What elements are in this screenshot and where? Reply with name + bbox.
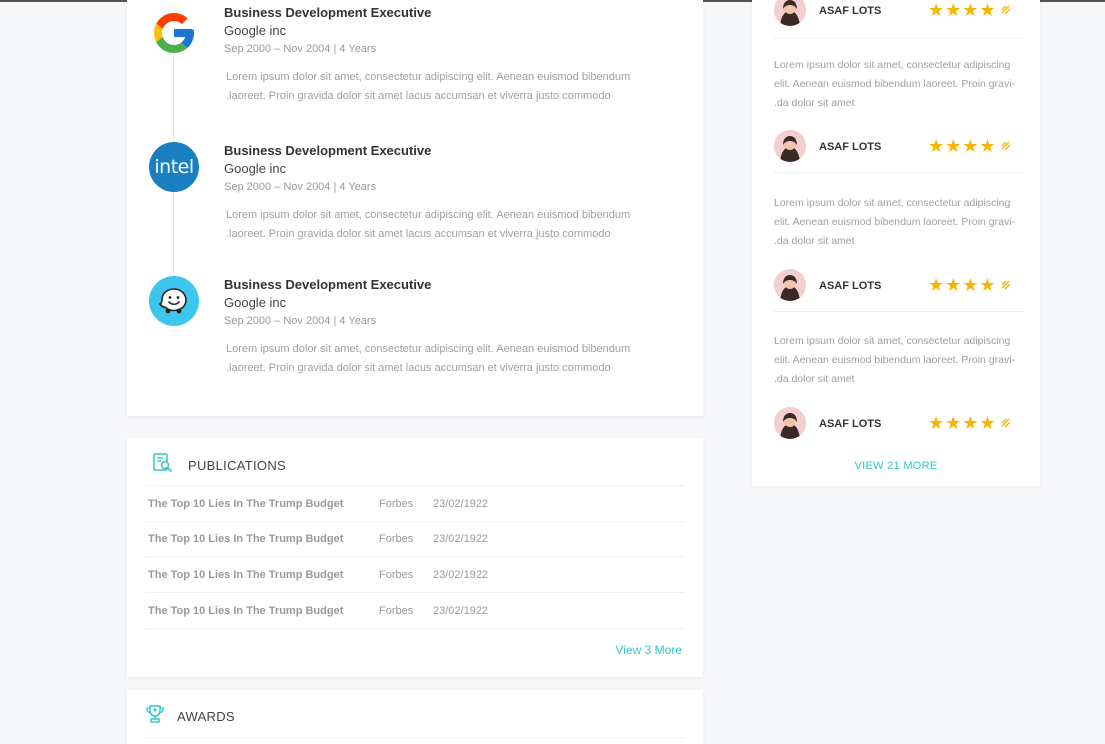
star-icon: ★ xyxy=(962,413,979,433)
rating-stars: ★ ★ ★ ★ xyxy=(928,137,1013,155)
job-description: Lorem ipsum dolor sit amet, consectetur … xyxy=(226,71,631,102)
publication-title[interactable]: The Top 10 Lies In The Trump Budget xyxy=(148,498,343,510)
avatar[interactable] xyxy=(774,0,806,26)
waze-logo xyxy=(149,276,199,326)
divider xyxy=(774,311,1024,312)
star-icon: ★ xyxy=(945,413,962,433)
company-name: Google inc xyxy=(224,295,287,310)
publication-title[interactable]: The Top 10 Lies In The Trump Budget xyxy=(148,533,343,545)
star-icon: ★ xyxy=(945,275,962,295)
reviewer-row: ASAF LOTS ★ ★ ★ ★ xyxy=(774,269,1024,305)
publications-header: PUBLICATIONS xyxy=(152,452,286,479)
star-icon: ★ xyxy=(928,0,945,20)
publication-date: 23/02/1922 xyxy=(433,605,489,617)
section-title: AWARDS xyxy=(177,709,235,724)
divider xyxy=(774,172,1024,173)
publication-row[interactable]: The Top 10 Lies In The Trump Budget Forb… xyxy=(145,486,685,522)
reviewer-name[interactable]: ASAF LOTS xyxy=(819,418,881,430)
job-dates: Sep 2000 – Nov 2004 | 4 Years xyxy=(224,315,377,327)
half-star-icon xyxy=(1001,280,1011,290)
star-icon: ★ xyxy=(962,136,979,156)
reviewer-name[interactable]: ASAF LOTS xyxy=(819,280,881,292)
publication-source: Forbes xyxy=(379,605,414,617)
job-dates: Sep 2000 – Nov 2004 | 4 Years xyxy=(224,43,377,55)
rating-stars: ★ ★ ★ ★ xyxy=(928,414,1013,432)
avatar[interactable] xyxy=(774,269,806,301)
publication-row[interactable]: The Top 10 Lies In The Trump Budget Forb… xyxy=(145,593,685,629)
star-icon: ★ xyxy=(928,136,945,156)
job-description: Lorem ipsum dolor sit amet, consectetur … xyxy=(226,209,631,240)
publication-date: 23/02/1922 xyxy=(433,533,489,545)
half-star-icon xyxy=(1001,5,1011,15)
star-icon: ★ xyxy=(928,275,945,295)
publication-source: Forbes xyxy=(379,533,414,545)
company-name: Google inc xyxy=(224,23,287,38)
star-icon: ★ xyxy=(945,136,962,156)
star-icon: ★ xyxy=(979,275,996,295)
job-title: Business Development Executive xyxy=(224,5,432,20)
job-description: Lorem ipsum dolor sit amet, consectetur … xyxy=(226,343,631,374)
star-icon: ★ xyxy=(928,413,945,433)
review-text: Lorem ipsum dolor sit amet, consectetur … xyxy=(774,197,1016,247)
reviewer-row: ASAF LOTS ★ ★ ★ ★ xyxy=(774,0,1024,30)
job-title: Business Development Executive xyxy=(224,277,432,292)
star-icon: ★ xyxy=(962,0,979,20)
divider xyxy=(774,38,1024,39)
publication-row[interactable]: The Top 10 Lies In The Trump Budget Forb… xyxy=(145,557,685,593)
publication-source: Forbes xyxy=(379,569,414,581)
star-icon: ★ xyxy=(979,136,996,156)
section-title: PUBLICATIONS xyxy=(188,458,286,473)
google-logo xyxy=(149,8,199,58)
review-text: Lorem ipsum dolor sit amet, consectetur … xyxy=(774,335,1016,385)
publication-date: 23/02/1922 xyxy=(433,569,489,581)
review-text: Lorem ipsum dolor sit amet, consectetur … xyxy=(774,59,1016,109)
star-icon: ★ xyxy=(979,413,996,433)
view-more-publications-link[interactable]: View 3 More xyxy=(616,643,682,657)
rating-stars: ★ ★ ★ ★ xyxy=(928,276,1013,294)
publication-date: 23/02/1922 xyxy=(433,498,489,510)
star-icon: ★ xyxy=(962,275,979,295)
reviewer-name[interactable]: ASAF LOTS xyxy=(819,141,881,153)
half-star-icon xyxy=(1001,141,1011,151)
publication-search-icon xyxy=(152,452,174,479)
company-name: Google inc xyxy=(224,161,287,176)
publication-row[interactable]: The Top 10 Lies In The Trump Budget Forb… xyxy=(145,521,685,557)
star-icon: ★ xyxy=(945,0,962,20)
avatar[interactable] xyxy=(774,407,806,439)
awards-header: AWARDS xyxy=(145,704,235,729)
job-dates: Sep 2000 – Nov 2004 | 4 Years xyxy=(224,181,377,193)
publication-title[interactable]: The Top 10 Lies In The Trump Budget xyxy=(148,569,343,581)
divider xyxy=(145,737,685,738)
avatar[interactable] xyxy=(774,130,806,162)
reviews-card: ASAF LOTS ★ ★ ★ ★ Lorem ipsum dolor sit … xyxy=(752,0,1040,486)
job-title: Business Development Executive xyxy=(224,143,432,158)
awards-card: AWARDS xyxy=(127,690,703,744)
experience-card: Business Development Executive Google in… xyxy=(127,0,703,416)
reviewer-row: ASAF LOTS ★ ★ ★ ★ xyxy=(774,130,1024,166)
publication-title[interactable]: The Top 10 Lies In The Trump Budget xyxy=(148,605,343,617)
publication-source: Forbes xyxy=(379,498,414,510)
reviewer-name[interactable]: ASAF LOTS xyxy=(819,5,881,17)
publications-card: PUBLICATIONS The Top 10 Lies In The Trum… xyxy=(127,438,703,677)
view-more-reviews-link[interactable]: VIEW 21 MORE xyxy=(752,460,1040,472)
trophy-icon xyxy=(145,704,165,729)
reviewer-row: ASAF LOTS ★ ★ ★ ★ xyxy=(774,407,1024,443)
intel-logo: intel xyxy=(149,142,199,192)
half-star-icon xyxy=(1001,418,1011,428)
star-icon: ★ xyxy=(979,0,996,20)
rating-stars: ★ ★ ★ ★ xyxy=(928,1,1013,19)
